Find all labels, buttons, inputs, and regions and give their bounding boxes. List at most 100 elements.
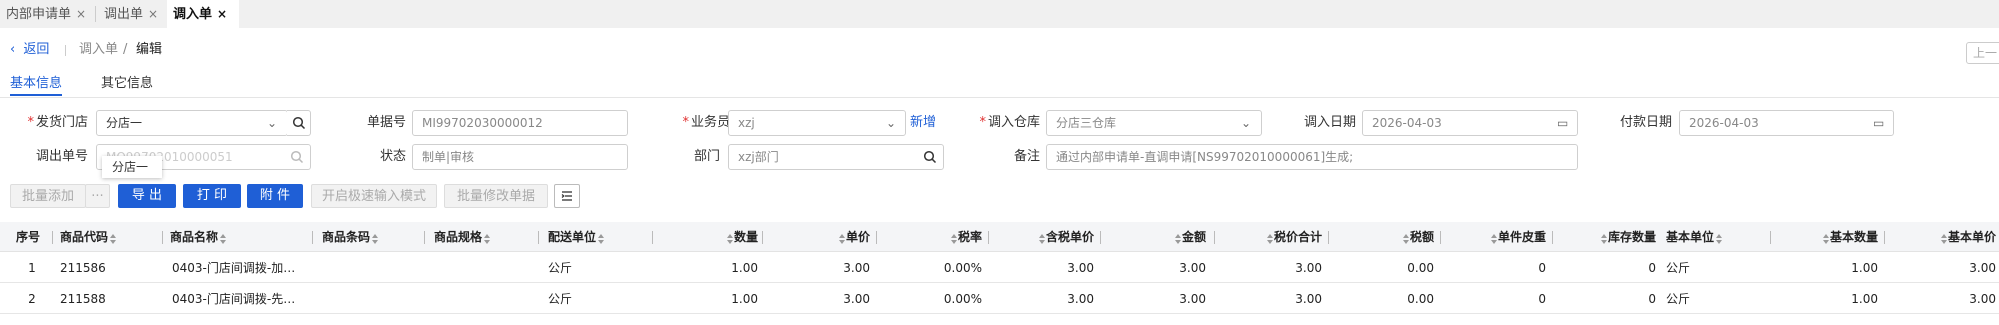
col-tax-price[interactable]: 含税单价 xyxy=(996,222,1094,252)
col-amount[interactable]: 金额 xyxy=(1108,222,1206,252)
remark-field[interactable]: 通过内部申请单-直调申请[NS99702010000061]生成; xyxy=(1046,144,1578,170)
chevron-down-icon: ⌄ xyxy=(267,116,278,130)
cell-unit[interactable]: 公斤 xyxy=(548,284,648,314)
export-button[interactable]: 导 出 xyxy=(118,184,176,208)
tab-transfer-out[interactable]: 调出单 × xyxy=(98,0,164,28)
cell-price[interactable]: 3.00 xyxy=(770,284,870,314)
cell-code[interactable]: 211586 xyxy=(60,253,160,283)
col-barcode[interactable]: 商品条码 xyxy=(322,222,379,252)
add-salesperson-link[interactable]: 新增 xyxy=(910,110,936,136)
cell-tax-rate[interactable]: 0.00% xyxy=(884,253,982,283)
cell-qty[interactable]: 1.00 xyxy=(660,253,758,283)
tab-internal-request[interactable]: 内部申请单 × xyxy=(0,0,94,28)
close-icon[interactable]: × xyxy=(148,7,158,21)
cell-tare[interactable]: 0 xyxy=(1448,284,1546,314)
cell-spec[interactable] xyxy=(434,284,534,314)
quick-input-mode-button[interactable]: 开启极速输入模式 xyxy=(311,184,437,208)
close-icon[interactable]: × xyxy=(217,7,227,21)
cell-amount[interactable]: 3.00 xyxy=(1108,284,1206,314)
cell-base-qty[interactable]: 1.00 xyxy=(1778,284,1878,314)
cell-base-price[interactable]: 3.00 xyxy=(1892,284,1996,314)
cell-tax-total[interactable]: 3.00 xyxy=(1222,253,1322,283)
tab-transfer-in[interactable]: 调入单 × xyxy=(167,0,239,28)
column-divider xyxy=(652,231,653,244)
cell-price[interactable]: 3.00 xyxy=(770,253,870,283)
print-button[interactable]: 打 印 xyxy=(183,184,241,208)
cell-seq: 1 xyxy=(28,261,36,275)
in-date-picker[interactable]: 2026-04-03 ▭ xyxy=(1362,110,1578,136)
cell-tax[interactable]: 0.00 xyxy=(1336,284,1434,314)
col-tax[interactable]: 税额 xyxy=(1336,222,1434,252)
pay-date-picker[interactable]: 2026-04-03 ▭ xyxy=(1679,110,1894,136)
col-price[interactable]: 单价 xyxy=(770,222,870,252)
back-link[interactable]: ‹ 返回 xyxy=(10,40,49,60)
cell-name[interactable]: 0403-门店间调拨-加… xyxy=(172,253,310,283)
active-tab-indicator xyxy=(10,94,62,96)
doc-no-label: 单据号 xyxy=(366,115,406,130)
cell-barcode[interactable] xyxy=(322,253,422,283)
col-tax-total[interactable]: 税价合计 xyxy=(1222,222,1322,252)
cell-amount[interactable]: 3.00 xyxy=(1108,253,1206,283)
ship-store-dropdown-option[interactable]: 分店一 xyxy=(102,156,162,178)
in-warehouse-value: 分店三仓库 xyxy=(1056,116,1117,130)
batch-edit-button[interactable]: 批量修改单据 xyxy=(444,184,548,208)
column-divider xyxy=(876,231,877,244)
column-divider xyxy=(1770,231,1771,244)
col-base-price[interactable]: 基本单价 xyxy=(1892,222,1996,252)
department-field[interactable]: xzj部门 xyxy=(728,144,944,170)
col-stock[interactable]: 库存数量 xyxy=(1560,222,1656,252)
column-divider xyxy=(988,231,989,244)
salesperson-select[interactable]: xzj ⌄ xyxy=(728,110,906,136)
cell-tare[interactable]: 0 xyxy=(1448,253,1546,283)
cell-tax-price[interactable]: 3.00 xyxy=(996,284,1094,314)
table-row[interactable]: 1 211586 0403-门店间调拨-加… 公斤 1.00 3.00 0.00… xyxy=(0,253,1999,283)
column-settings-button[interactable] xyxy=(554,184,580,208)
ship-store-select[interactable]: 分店一 ⌄ xyxy=(96,110,288,136)
col-spec[interactable]: 商品规格 xyxy=(434,222,491,252)
col-tax-rate[interactable]: 税率 xyxy=(884,222,982,252)
cell-tax[interactable]: 0.00 xyxy=(1336,253,1434,283)
status-field: 制单|审核 xyxy=(412,144,628,170)
previous-button[interactable]: 上一 xyxy=(1966,42,1999,64)
cell-barcode[interactable] xyxy=(322,284,422,314)
column-divider xyxy=(1884,231,1885,244)
tab-other-info[interactable]: 其它信息 xyxy=(101,73,153,95)
col-tare[interactable]: 单件皮重 xyxy=(1448,222,1546,252)
col-unit[interactable]: 配送单位 xyxy=(548,222,605,252)
chevron-left-icon: ‹ xyxy=(10,42,16,57)
cell-unit[interactable]: 公斤 xyxy=(548,253,648,283)
calendar-icon: ▭ xyxy=(1557,116,1569,130)
column-divider xyxy=(1552,231,1553,244)
search-icon xyxy=(923,150,937,164)
in-warehouse-select[interactable]: 分店三仓库 ⌄ xyxy=(1046,110,1262,136)
close-icon[interactable]: × xyxy=(76,7,86,21)
breadcrumb-divider xyxy=(65,45,66,56)
breadcrumb-section[interactable]: 调入单 xyxy=(79,40,118,60)
pay-date-label: 付款日期 xyxy=(1619,115,1672,130)
tab-basic-info[interactable]: 基本信息 xyxy=(10,73,62,95)
tab-label: 内部申请单 xyxy=(6,7,72,22)
cell-code[interactable]: 211588 xyxy=(60,284,160,314)
col-code[interactable]: 商品代码 xyxy=(60,222,117,252)
col-name[interactable]: 商品名称 xyxy=(170,222,227,252)
cell-tax-total[interactable]: 3.00 xyxy=(1222,284,1322,314)
column-divider xyxy=(1214,231,1215,244)
col-qty[interactable]: 数量 xyxy=(660,222,758,252)
ship-store-search-button[interactable] xyxy=(287,110,311,136)
cell-tax-rate[interactable]: 0.00% xyxy=(884,284,982,314)
cell-base-qty[interactable]: 1.00 xyxy=(1778,253,1878,283)
more-button[interactable]: ··· xyxy=(85,184,110,208)
cell-qty[interactable]: 1.00 xyxy=(660,284,758,314)
col-base-qty[interactable]: 基本数量 xyxy=(1778,222,1878,252)
batch-add-button[interactable]: 批量添加 xyxy=(10,184,86,208)
cell-spec[interactable] xyxy=(434,253,534,283)
table-row[interactable]: 2 211588 0403-门店间调拨-先… 公斤 1.00 3.00 0.00… xyxy=(0,284,1999,314)
cell-base-price[interactable]: 3.00 xyxy=(1892,253,1996,283)
cell-name[interactable]: 0403-门店间调拨-先… xyxy=(172,284,310,314)
column-divider xyxy=(762,231,763,244)
attach-button[interactable]: 附 件 xyxy=(247,184,303,208)
col-base-unit[interactable]: 基本单位 xyxy=(1666,222,1723,252)
column-divider xyxy=(52,231,53,244)
salesperson-label: * 业务员 xyxy=(682,115,730,130)
cell-tax-price[interactable]: 3.00 xyxy=(996,253,1094,283)
